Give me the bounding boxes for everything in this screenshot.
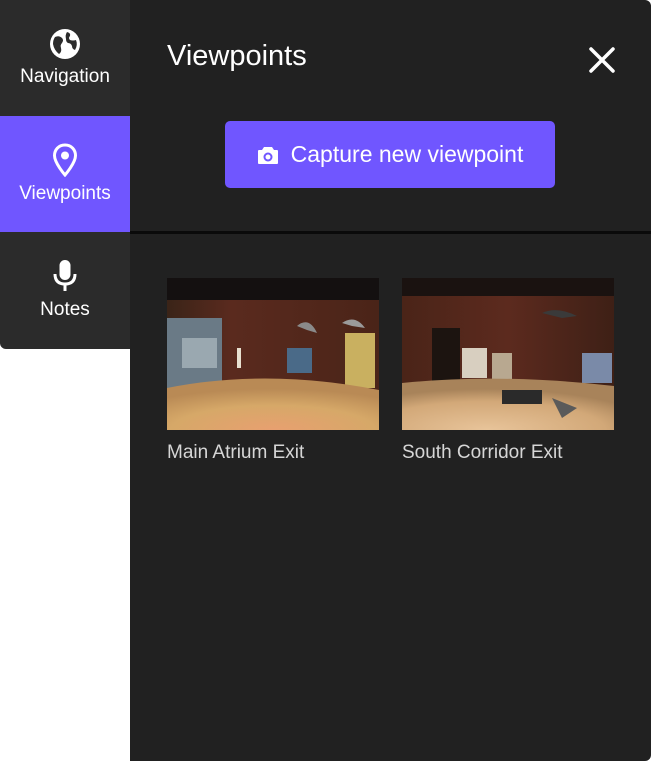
rail-item-notes[interactable]: Notes — [0, 232, 130, 348]
viewpoint-name: South Corridor Exit — [402, 442, 563, 463]
viewpoint-card-south-corridor[interactable]: South Corridor Exit — [402, 278, 614, 464]
capture-viewpoint-button[interactable]: Capture new viewpoint — [225, 121, 555, 188]
side-rail: Navigation Viewpoints Notes — [0, 0, 130, 349]
viewpoint-thumbnail — [167, 278, 379, 430]
capture-button-label: Capture new viewpoint — [290, 141, 524, 167]
rail-item-navigation[interactable]: Navigation — [0, 0, 130, 116]
camera-icon — [257, 146, 278, 164]
viewpoint-name: Main Atrium Exit — [167, 442, 305, 463]
close-icon[interactable] — [586, 44, 618, 76]
microphone-icon — [53, 260, 77, 291]
panel-title: Viewpoints — [167, 40, 307, 72]
rail-item-label: Navigation — [20, 66, 110, 87]
rail-item-label: Notes — [40, 299, 90, 320]
map-pin-icon — [52, 143, 78, 177]
globe-icon — [50, 29, 80, 59]
viewpoint-card-main-atrium[interactable]: Main Atrium Exit — [167, 278, 379, 464]
viewpoints-panel: Viewpoints Capture new viewpoint Main At… — [130, 0, 651, 761]
rail-item-viewpoints[interactable]: Viewpoints — [0, 116, 130, 232]
panel-divider — [130, 231, 651, 234]
viewpoint-thumbnail — [402, 278, 614, 430]
rail-item-label: Viewpoints — [19, 183, 111, 204]
